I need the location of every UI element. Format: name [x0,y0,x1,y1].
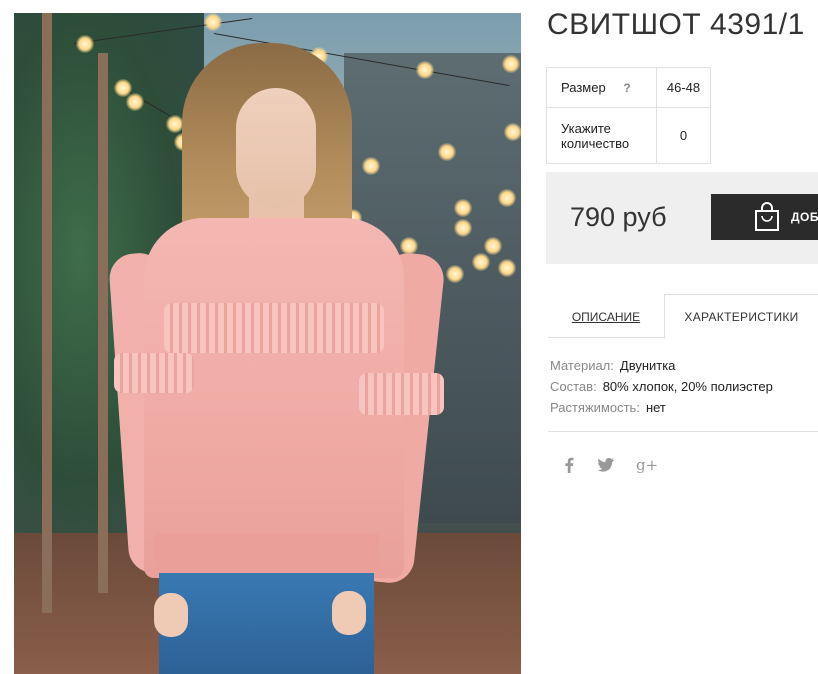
spec-row: Материал: Двунитка [550,355,773,376]
light-bulb [454,199,472,217]
tab-description[interactable]: ОПИСАНИЕ [548,293,664,338]
twitter-icon[interactable] [598,458,614,472]
spec-key: Растяжимость: [550,400,640,415]
model-face [236,88,316,208]
spec-key: Состав: [550,379,597,394]
light-bulb [126,93,144,111]
quantity-label-cell: Укажите количество [546,107,657,164]
photo-pole [42,13,52,613]
sleeve-ruffle-left [114,353,194,393]
size-help-icon[interactable]: ? [623,81,630,95]
light-bulb [76,35,94,53]
spec-row: Растяжимость: нет [550,397,773,418]
add-to-cart-label: ДОБ [791,210,818,224]
spec-value: нет [645,400,666,415]
google-plus-icon[interactable]: g+ [636,454,658,476]
quantity-input[interactable]: 0 [656,107,711,164]
light-bulb [484,237,502,255]
size-label-cell: Размер ? [546,67,657,108]
product-title: СВИТШОТ 4391/1 [547,8,805,41]
spec-value: 80% хлопок, 20% полиэстер [602,379,773,394]
product-options-table: Размер ? 46-48 Укажите количество 0 [546,67,711,164]
product-tabs: ОПИСАНИЕ ХАРАКТЕРИСТИКИ [548,293,818,339]
size-label: Размер [561,80,606,95]
quantity-label-line1: Укажите [561,120,611,136]
spec-key: Материал: [550,358,614,373]
light-bulb [472,253,490,271]
sweatshirt-ruffle [164,303,384,353]
product-photo[interactable] [14,13,521,674]
light-bulb [502,55,520,73]
sleeve-ruffle-right [359,373,444,415]
light-bulb [454,219,472,237]
price-value: 790 руб [570,202,667,232]
shopping-bag-icon [755,202,779,231]
light-bulb [504,123,521,141]
spec-row: Состав: 80% хлопок, 20% полиэстер [550,376,773,397]
photo-pole [98,53,108,593]
light-bulb [416,61,434,79]
light-bulb [438,143,456,161]
facebook-icon[interactable] [564,457,574,473]
spec-value: Двунитка [619,358,676,373]
specs-list: Материал: Двунитка Состав: 80% хлопок, 20%… [550,355,773,418]
size-select[interactable]: 46-48 [656,67,711,108]
quantity-label-line2: количество [561,135,630,151]
light-bulb [204,13,222,31]
add-to-cart-button[interactable]: ДОБ [711,194,818,240]
tab-characteristics[interactable]: ХАРАКТЕРИСТИКИ [664,294,818,339]
light-bulb [362,157,380,175]
sweatshirt-waistband [154,533,379,578]
price-box: 790 руб ДОБ [546,172,818,264]
divider [548,431,818,432]
light-bulb [498,259,516,277]
model-hand-right [332,591,366,635]
model-hand-left [154,593,188,637]
light-bulb [446,265,464,283]
light-bulb [498,189,516,207]
